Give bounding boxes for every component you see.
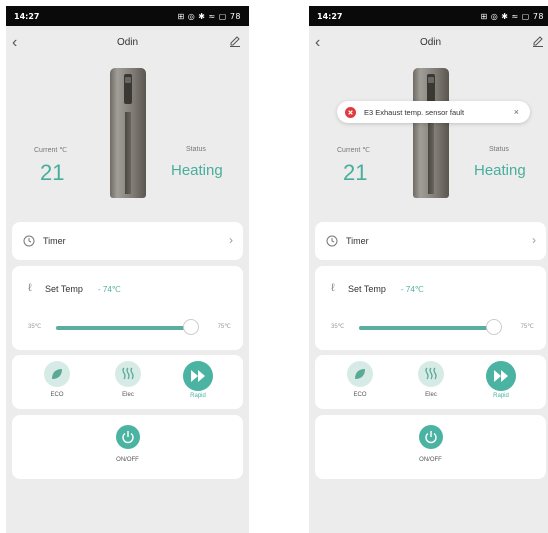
device-stripe	[428, 112, 434, 194]
status-bar: 14:27 ⊞ ◎ ✱ ≈ ▢ 78	[6, 6, 249, 26]
clock-icon	[23, 235, 35, 247]
app-header: ‹ Odin	[309, 26, 548, 58]
set-temp-label: Set Temp	[348, 284, 386, 294]
timer-label: Timer	[43, 236, 66, 246]
mode-elec-label: Elec	[122, 392, 134, 398]
slider-max-label: 75℃	[217, 324, 231, 330]
status-label: Status	[489, 146, 509, 153]
phone-screen-right: 14:27 ⊞ ◎ ✱ ≈ ▢ 78 ‹ Odin E3 Exhaust tem…	[309, 6, 548, 533]
slider-min-label: 35℃	[28, 324, 42, 330]
timer-row[interactable]: Timer ›	[12, 222, 243, 260]
error-toast: E3 Exhaust temp. sensor fault ×	[337, 101, 530, 123]
water-heater-image	[110, 68, 146, 198]
chevron-right-icon: ›	[532, 233, 536, 247]
set-temp-card: ℓ Set Temp - 74℃ 35℃ 75℃	[12, 266, 243, 350]
current-temp-value: 21	[40, 160, 65, 185]
close-icon[interactable]: ×	[514, 107, 519, 117]
phone-screen-left: 14:27 ⊞ ◎ ✱ ≈ ▢ 78 ‹ Odin Current ℃ 21 S…	[6, 6, 249, 533]
mode-elec-label: Elec	[425, 392, 437, 398]
status-time: 14:27	[14, 11, 40, 21]
mode-elec[interactable]: Elec	[108, 361, 148, 398]
mode-eco[interactable]: ECO	[340, 361, 380, 398]
mode-selector: ECO Elec Rapid	[12, 355, 243, 409]
current-temp-label: Current ℃	[337, 147, 371, 154]
app-header: ‹ Odin	[6, 26, 249, 58]
temp-slider-thumb[interactable]	[182, 319, 199, 335]
thermometer-icon: ℓ	[28, 282, 32, 294]
device-control-panel	[427, 74, 435, 104]
leaf-icon	[347, 361, 373, 387]
page-title: Odin	[419, 36, 442, 48]
leaf-icon	[44, 361, 70, 387]
current-temp-value: 21	[343, 160, 368, 185]
thermometer-icon: ℓ	[331, 282, 335, 294]
temp-slider-thumb[interactable]	[485, 319, 502, 335]
heat-waves-icon	[115, 361, 141, 387]
heat-waves-icon	[418, 361, 444, 387]
pencil-icon[interactable]	[532, 35, 544, 47]
set-temp-card: ℓ Set Temp - 74℃ 35℃ 75℃	[315, 266, 546, 350]
chevron-left-icon[interactable]: ‹	[315, 34, 320, 52]
status-bar: 14:27 ⊞ ◎ ✱ ≈ ▢ 78	[309, 6, 548, 26]
set-temp-value-text: 74℃	[102, 285, 121, 294]
slider-min-label: 35℃	[331, 324, 345, 330]
timer-label: Timer	[346, 236, 369, 246]
pencil-icon[interactable]	[229, 35, 241, 47]
temp-slider-fill	[56, 326, 191, 330]
status-value: Heating	[474, 162, 526, 179]
power-icon	[122, 431, 134, 444]
chevron-right-icon: ›	[229, 233, 233, 247]
current-temp-label: Current ℃	[34, 147, 68, 154]
set-temp-label: Set Temp	[45, 284, 83, 294]
error-icon	[345, 106, 356, 118]
mode-rapid[interactable]: Rapid	[481, 361, 521, 399]
mode-eco-label: ECO	[353, 392, 367, 398]
status-label: Status	[186, 146, 206, 153]
power-label: ON/OFF	[419, 457, 442, 463]
power-card: ON/OFF	[315, 415, 546, 479]
power-button[interactable]	[419, 425, 443, 449]
temp-slider-track[interactable]	[56, 326, 194, 330]
mode-elec[interactable]: Elec	[411, 361, 451, 398]
power-card: ON/OFF	[12, 415, 243, 479]
mode-selector: ECO Elec Rapid	[315, 355, 546, 409]
set-temp-value: - 74℃	[98, 285, 121, 294]
power-icon	[425, 431, 437, 444]
status-value: Heating	[171, 162, 223, 179]
power-button[interactable]	[116, 425, 140, 449]
set-temp-value-text: 74℃	[405, 285, 424, 294]
temp-slider-fill	[359, 326, 494, 330]
status-icons: ⊞ ◎ ✱ ≈ ▢ 78	[480, 11, 544, 21]
clock-icon	[326, 235, 338, 247]
fast-forward-icon	[183, 361, 213, 391]
set-temp-value: - 74℃	[401, 285, 424, 294]
fast-forward-icon	[486, 361, 516, 391]
power-label: ON/OFF	[116, 457, 139, 463]
device-stripe	[125, 112, 131, 194]
mode-eco[interactable]: ECO	[37, 361, 77, 398]
mode-rapid-label: Rapid	[493, 393, 509, 399]
device-control-panel	[124, 74, 132, 104]
water-heater-image	[413, 68, 449, 198]
temp-slider-track[interactable]	[359, 326, 497, 330]
status-icons: ⊞ ◎ ✱ ≈ ▢ 78	[177, 11, 241, 21]
page-title: Odin	[116, 36, 139, 48]
mode-rapid[interactable]: Rapid	[178, 361, 218, 399]
error-message: E3 Exhaust temp. sensor fault	[364, 107, 465, 117]
timer-row[interactable]: Timer ›	[315, 222, 546, 260]
mode-rapid-label: Rapid	[190, 393, 206, 399]
mode-eco-label: ECO	[50, 392, 64, 398]
status-time: 14:27	[317, 11, 343, 21]
chevron-left-icon[interactable]: ‹	[12, 34, 17, 52]
slider-max-label: 75℃	[520, 324, 534, 330]
